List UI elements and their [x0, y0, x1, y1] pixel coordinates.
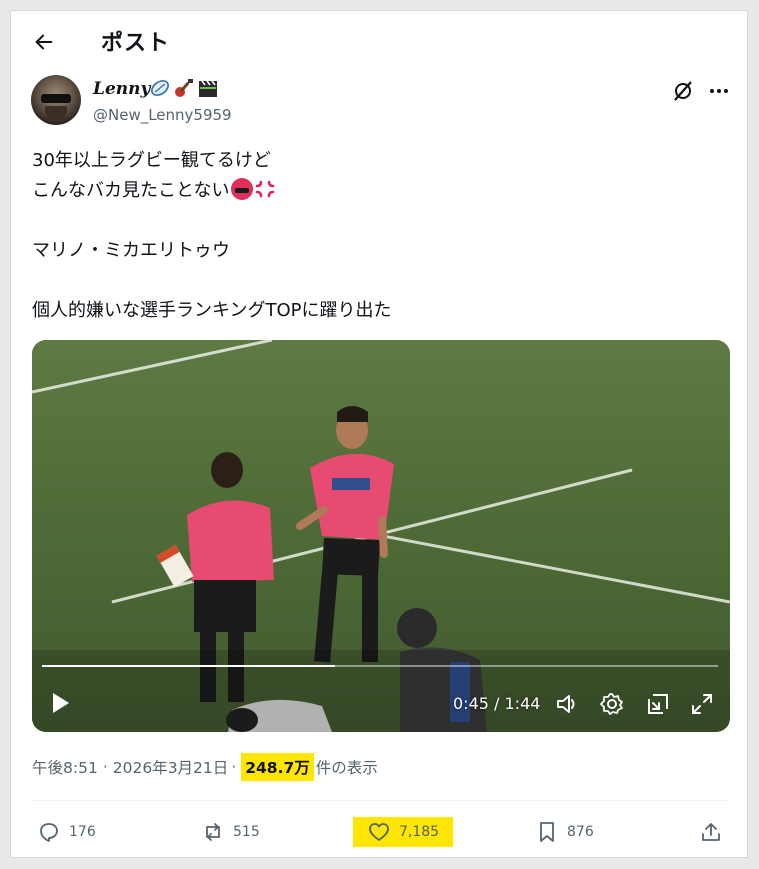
avatar[interactable]	[31, 75, 81, 125]
post-line-2: こんなバカ見たことない	[32, 180, 230, 201]
video-progress-fill	[42, 665, 335, 667]
view-count: 248.7万	[241, 753, 314, 781]
picture-in-picture-icon[interactable]	[645, 691, 671, 717]
more-options-icon[interactable]	[708, 81, 730, 101]
anger-symbol-emoji	[256, 180, 275, 198]
post-meta: 午後8:51 · 2026年3月21日 · 248.7万 件の表示	[32, 753, 378, 781]
play-icon[interactable]	[48, 690, 72, 716]
post-line-2-row: こんなバカ見たことない	[32, 176, 722, 206]
post-card: ポスト Lenny @New_Lenny5959 30年以上ラグビー観てるけど	[10, 10, 748, 858]
grok-icon[interactable]	[671, 79, 695, 103]
heart-icon	[369, 823, 389, 841]
bookmark-count: 876	[567, 824, 594, 840]
share-button[interactable]	[699, 817, 723, 847]
video-player[interactable]: 0:45 / 1:44	[32, 340, 730, 732]
post-header: ポスト	[11, 11, 747, 71]
post-line-1: 30年以上ラグビー観てるけど	[32, 150, 271, 171]
repost-count: 515	[233, 824, 260, 840]
back-arrow-icon[interactable]	[31, 29, 57, 55]
angry-face-emoji	[231, 178, 254, 200]
share-icon	[702, 823, 720, 841]
like-count: 7,185	[399, 824, 440, 840]
post-line-4: マリノ・ミカエリトゥウ	[32, 240, 230, 261]
meta-separator-2: ·	[231, 758, 237, 776]
post-time[interactable]: 午後8:51	[32, 756, 98, 778]
rugby-ball-emoji	[151, 80, 169, 96]
settings-gear-icon[interactable]	[599, 691, 625, 717]
video-time: 0:45 / 1:44	[453, 694, 541, 713]
post-text: 30年以上ラグビー観てるけど こんなバカ見たことない マリノ・ミカエリトゥウ 個…	[32, 146, 722, 326]
avatar-sunglasses	[41, 94, 71, 103]
guitar-emoji	[175, 79, 193, 97]
author-display-name[interactable]: Lenny	[93, 79, 150, 99]
post-line-5	[32, 266, 722, 296]
reply-button[interactable]: 176	[37, 817, 96, 847]
post-line-6: 個人的嫌いな選手ランキングTOPに躍り出た	[32, 300, 392, 321]
fullscreen-icon[interactable]	[689, 691, 715, 717]
bookmark-button[interactable]: 876	[535, 817, 594, 847]
like-button[interactable]: 7,185	[353, 817, 454, 847]
repost-icon	[206, 823, 220, 841]
action-bar: 176 515 7,185 876	[11, 811, 747, 855]
video-frame	[32, 340, 730, 732]
page-title: ポスト	[101, 31, 171, 56]
reply-count: 176	[69, 824, 96, 840]
repost-button[interactable]: 515	[201, 817, 260, 847]
author-handle[interactable]: @New_Lenny5959	[93, 106, 232, 124]
clapper-board-emoji	[199, 80, 217, 97]
video-progress-bar[interactable]	[42, 665, 718, 667]
name-emoji-row	[149, 77, 219, 99]
reply-icon	[40, 823, 58, 842]
meta-separator: ·	[102, 758, 108, 776]
divider	[32, 800, 730, 801]
post-date[interactable]: 2026年3月21日	[113, 756, 229, 778]
view-count-suffix: 件の表示	[315, 759, 378, 777]
post-line-3	[32, 206, 722, 236]
volume-icon[interactable]	[554, 691, 580, 717]
bookmark-icon	[540, 822, 554, 842]
avatar-beard	[45, 106, 67, 120]
